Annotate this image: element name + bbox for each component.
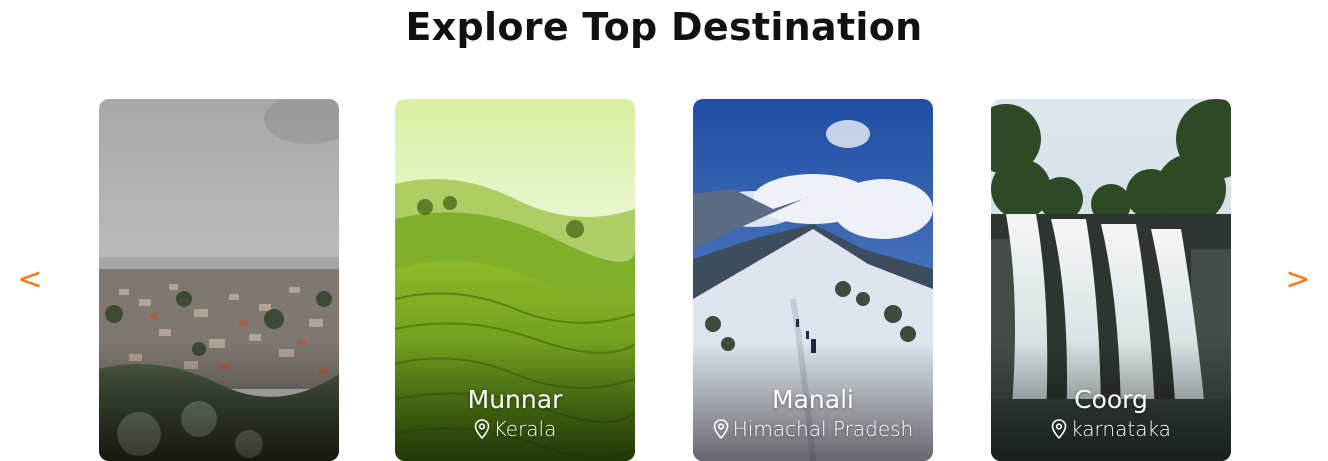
destination-location: Kerala: [493, 417, 557, 441]
destination-location: karnataka: [1071, 417, 1171, 441]
section-title: Explore Top Destination: [405, 5, 923, 49]
destination-card[interactable]: Munnar Kerala: [395, 99, 635, 461]
destination-card[interactable]: Coorg karnataka: [991, 99, 1231, 461]
destination-name: Coorg: [1074, 385, 1148, 414]
location-pin-icon: [713, 419, 729, 439]
location-pin-icon: [1051, 419, 1067, 439]
destination-card[interactable]: [99, 99, 339, 461]
destination-card[interactable]: Manali Himachal Pradesh: [693, 99, 933, 461]
chevron-left-icon: <: [17, 262, 43, 297]
chevron-right-icon: >: [1285, 262, 1311, 297]
destination-name: Munnar: [467, 385, 563, 414]
destination-location: Himachal Pradesh: [732, 417, 914, 441]
location-pin-icon: [474, 419, 489, 439]
destination-name: Manali: [772, 385, 854, 414]
carousel-prev-button[interactable]: <: [15, 262, 45, 298]
carousel-next-button[interactable]: >: [1283, 262, 1313, 298]
